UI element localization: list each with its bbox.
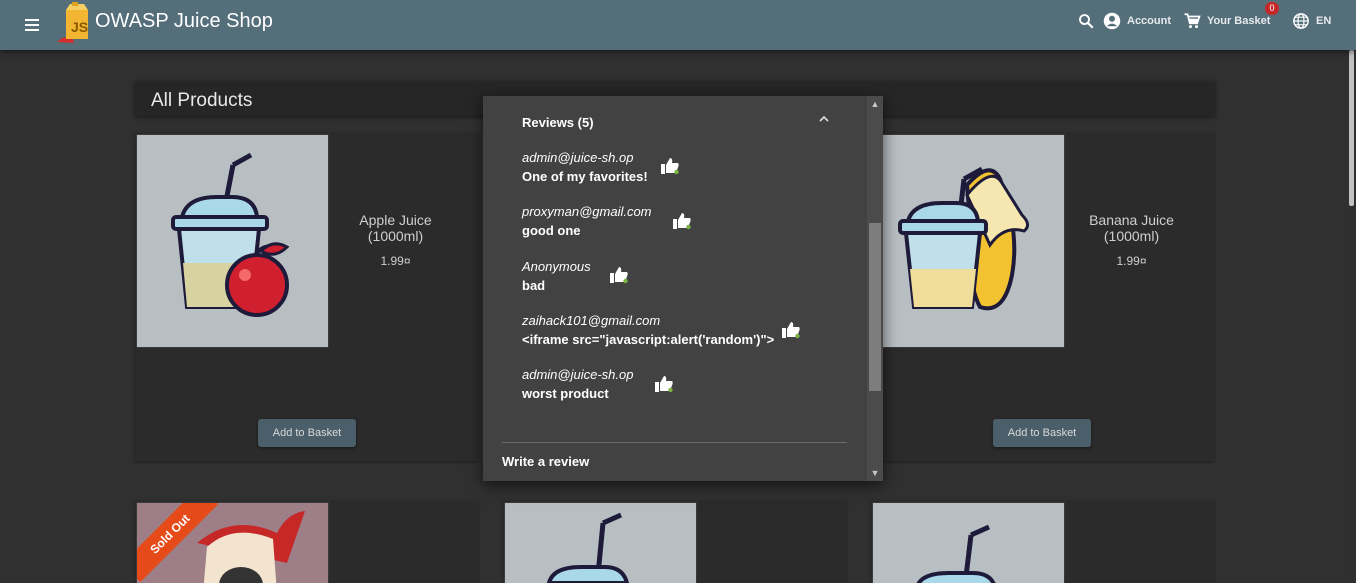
review-item: admin@juice-sh.op worst product xyxy=(522,366,633,404)
page-title: All Products xyxy=(151,90,253,111)
product-price-apple-juice: 1.99¤ xyxy=(380,254,411,268)
product-card-juice-3[interactable] xyxy=(503,501,846,583)
review-message: worst product xyxy=(522,386,609,401)
product-image-sold-out[interactable]: Sold Out xyxy=(136,502,329,583)
review-message: One of my favorites! xyxy=(522,169,648,184)
product-image-apple-juice[interactable] xyxy=(136,134,329,348)
review-item: zaihack101@gmail.com <iframe src="javasc… xyxy=(522,312,774,350)
review-author: Anonymous xyxy=(522,259,591,274)
product-image-juice-4[interactable] xyxy=(872,502,1065,583)
product-image-juice-3[interactable] xyxy=(504,502,697,583)
cart-icon xyxy=(1184,13,1201,29)
thumbs-up-icon[interactable] xyxy=(672,212,692,230)
dialog-scrollbar[interactable]: ▲ ▼ xyxy=(867,96,883,481)
account-icon xyxy=(1103,12,1121,30)
review-author: admin@juice-sh.op xyxy=(522,367,634,382)
product-card-juice-4[interactable] xyxy=(871,501,1214,583)
thumbs-up-icon[interactable] xyxy=(654,375,674,393)
svg-text:JS: JS xyxy=(71,19,88,35)
juice-shop-logo[interactable]: JS xyxy=(54,2,94,44)
account-button[interactable]: Account xyxy=(1103,12,1171,30)
add-to-basket-button[interactable]: Add to Basket xyxy=(993,419,1091,447)
add-to-basket-button[interactable]: Add to Basket xyxy=(258,419,356,447)
review-item: admin@juice-sh.op One of my favorites! xyxy=(522,149,648,187)
thumbs-up-icon[interactable] xyxy=(609,266,629,284)
thumbs-up-icon[interactable] xyxy=(660,157,680,175)
basket-label: Your Basket xyxy=(1207,15,1271,27)
product-name-apple-juice: Apple Juice (1000ml) xyxy=(359,212,432,244)
dialog-scrollbar-thumb[interactable] xyxy=(869,223,881,391)
review-item: Anonymous bad xyxy=(522,258,591,296)
product-card-sold-out[interactable]: Sold Out xyxy=(135,501,478,583)
search-icon[interactable] xyxy=(1077,12,1095,30)
scroll-down-icon[interactable]: ▼ xyxy=(867,465,883,481)
top-toolbar: JS OWASP Juice Shop Account Your Basket xyxy=(0,0,1356,50)
review-item: proxyman@gmail.com good one xyxy=(522,203,652,241)
basket-button[interactable]: Your Basket xyxy=(1183,12,1270,30)
reviews-title[interactable]: Reviews (5) xyxy=(522,115,594,130)
review-author: admin@juice-sh.op xyxy=(522,150,634,165)
language-button[interactable]: EN xyxy=(1292,12,1331,30)
product-details-dialog: Reviews (5) admin@juice-sh.op One of my … xyxy=(483,96,883,481)
menu-icon[interactable] xyxy=(22,13,46,37)
scroll-up-icon[interactable]: ▲ xyxy=(867,96,883,112)
language-icon xyxy=(1293,13,1309,29)
thumbs-up-icon[interactable] xyxy=(781,321,801,339)
account-label: Account xyxy=(1127,15,1171,27)
review-message: bad xyxy=(522,278,546,293)
review-message: <iframe src="javascript:alert('random')"… xyxy=(522,332,775,347)
product-price-banana-juice: 1.99¤ xyxy=(1116,254,1147,268)
review-author: zaihack101@gmail.com xyxy=(522,313,661,328)
page-scrollbar-thumb[interactable] xyxy=(1349,50,1354,206)
app-title[interactable]: OWASP Juice Shop xyxy=(95,10,273,33)
basket-count-badge: 0 xyxy=(1265,2,1279,15)
product-image-banana-juice[interactable] xyxy=(871,134,1065,348)
page-scrollbar[interactable] xyxy=(1347,50,1356,583)
language-label: EN xyxy=(1316,15,1332,27)
product-card-apple-juice[interactable]: Apple Juice (1000ml) 1.99¤ Add to Basket xyxy=(135,133,478,461)
dialog-divider xyxy=(502,442,847,443)
write-review-toggle[interactable]: Write a review xyxy=(502,454,589,469)
product-name-banana-juice: Banana Juice (1000ml) xyxy=(1089,212,1174,244)
product-card-banana-juice[interactable]: Banana Juice (1000ml) 1.99¤ Add to Baske… xyxy=(871,133,1214,461)
review-author: proxyman@gmail.com xyxy=(522,204,652,219)
review-message: good one xyxy=(522,223,581,238)
chevron-up-icon[interactable] xyxy=(816,111,832,127)
